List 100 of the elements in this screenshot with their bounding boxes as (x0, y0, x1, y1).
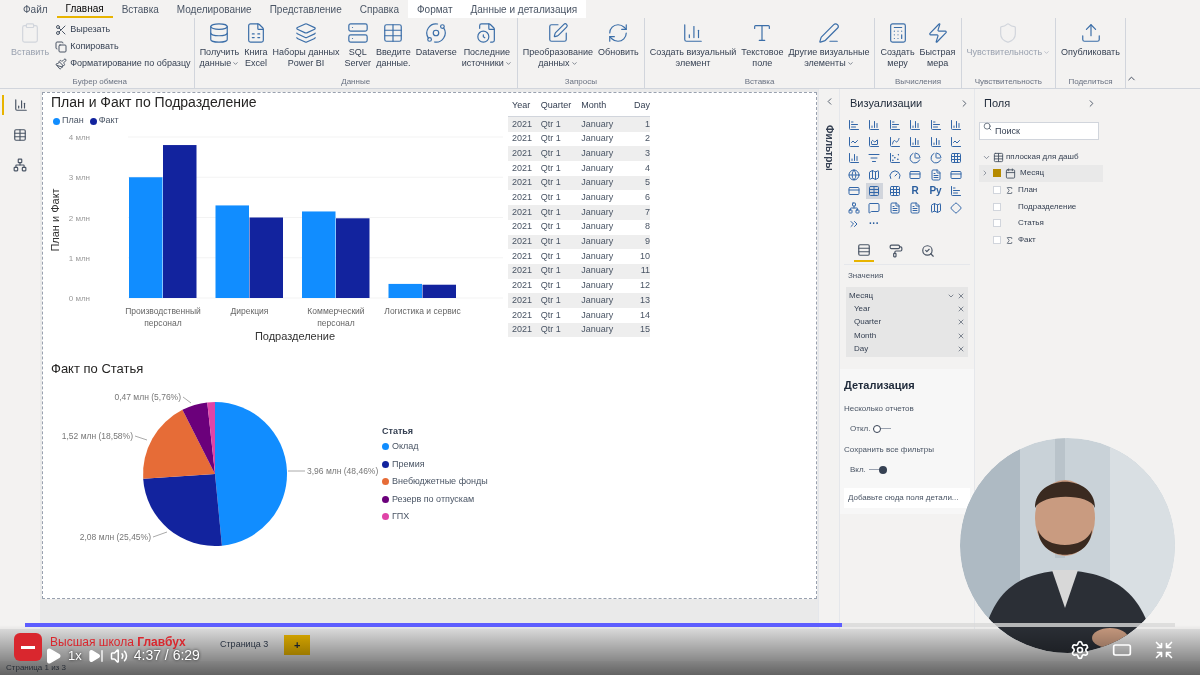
matrix-icon (888, 185, 901, 197)
ribbon-button[interactable]: Быстрая мера (917, 18, 958, 76)
drop-zone[interactable]: Добавьте сюда поля детали... (844, 488, 970, 508)
field-chip[interactable]: Day (854, 342, 957, 355)
column-chart-icon (868, 119, 880, 131)
tree-item[interactable]: План (1018, 184, 1103, 197)
play-icon[interactable] (44, 646, 62, 665)
ribbon-button[interactable]: Копировать (55, 38, 191, 55)
bar (388, 283, 422, 298)
tree-item[interactable]: пплоская для дашб (1006, 151, 1079, 163)
checkbox[interactable] (993, 186, 1001, 195)
ribbon-button[interactable]: Введите данные. (373, 18, 413, 76)
ribbon-button[interactable]: Наборы данных Power BI (270, 18, 342, 76)
checkbox[interactable] (993, 169, 1001, 178)
table-cell-text: January (580, 293, 615, 307)
remove-icon[interactable] (957, 318, 965, 327)
field-chip[interactable]: Year (854, 302, 957, 315)
card-icon (909, 168, 921, 181)
column-header[interactable]: Year (508, 98, 537, 113)
table-cell-text: 10 (639, 249, 650, 263)
ribbon-button[interactable]: Получить данные (197, 18, 242, 76)
ribbon-button[interactable]: SQL Server (342, 18, 373, 76)
volume-icon[interactable] (109, 646, 128, 665)
server-icon (346, 22, 369, 44)
visual-type-button[interactable] (845, 166, 862, 183)
visual-type-button[interactable] (927, 150, 944, 166)
field-chip[interactable]: Month (854, 329, 957, 342)
table-cell-text: 2021 (511, 176, 534, 190)
leader-line (152, 531, 168, 538)
table-cell-text: 2021 (511, 249, 534, 263)
visual-type-button[interactable] (865, 183, 883, 199)
column-header[interactable]: Quarter (536, 98, 578, 113)
ribbon-button[interactable]: Текстовое поле (739, 18, 786, 76)
checkbox[interactable] (993, 219, 1001, 228)
add-page-button[interactable]: + (284, 635, 311, 655)
tree-item[interactable]: Статья (1018, 217, 1103, 230)
ribbon-button[interactable]: Последние источники (459, 18, 514, 76)
column-header[interactable]: Day (621, 98, 650, 113)
table-cell-text: January (580, 161, 615, 175)
ribbon-tab[interactable]: Главная (56, 0, 113, 18)
exit-fullscreen-icon[interactable] (1154, 640, 1174, 660)
ribbon-button[interactable]: Dataverse (413, 18, 459, 76)
ribbon-button[interactable]: Вырезать (55, 21, 191, 38)
caret-icon (846, 60, 854, 68)
checkbox[interactable] (993, 236, 1001, 245)
visual-type-button[interactable]: R (906, 183, 924, 199)
ribbon-button[interactable]: Создать меру (878, 18, 917, 76)
diamond-icon (950, 201, 962, 214)
tree-item[interactable]: Факт (1018, 234, 1103, 247)
table-cell-text: 2021 (511, 146, 534, 160)
visual-type-button[interactable] (845, 199, 862, 216)
legend-title: Статья (382, 425, 415, 438)
table-cell-text: Qtr 1 (539, 235, 562, 249)
toggle-switch[interactable] (873, 425, 892, 433)
ribbon-tab[interactable]: Данные и детализация (461, 0, 587, 18)
table-cell-text: 12 (639, 279, 650, 293)
toggle-switch[interactable] (868, 466, 887, 474)
visual-type-button[interactable]: ··· (865, 216, 883, 232)
settings-icon[interactable] (1070, 640, 1090, 660)
table-cell-text: Qtr 1 (539, 176, 562, 190)
table-cell-text: Qtr 1 (539, 249, 562, 263)
table-cell-text: January (580, 249, 615, 263)
next-icon[interactable] (87, 647, 104, 664)
ribbon-button[interactable]: Преобразование данных (520, 18, 596, 76)
remove-icon[interactable] (957, 291, 965, 300)
checkbox[interactable] (993, 202, 1001, 211)
visual-type-button[interactable] (947, 199, 965, 216)
table-cell-text: 9 (644, 235, 650, 249)
ribbon-button[interactable]: Создать визуальный элемент (647, 18, 739, 76)
ribbon-button[interactable]: Опубликовать (1059, 18, 1122, 76)
remove-icon[interactable] (957, 344, 965, 353)
table-cell-text: Qtr 1 (539, 117, 562, 131)
tree-item[interactable]: Подразделение (1018, 200, 1103, 213)
ribbon-tab[interactable]: Формат (408, 0, 462, 18)
table-cell-text: 2021 (511, 191, 534, 205)
progress-bar[interactable] (25, 623, 1175, 627)
leader-line (287, 470, 306, 472)
ribbon-button[interactable]: Обновить (596, 18, 641, 76)
table-cell-text: Qtr 1 (539, 293, 562, 307)
ribbon-tab[interactable]: Файл (14, 0, 57, 18)
ribbon-tab[interactable]: Представление (260, 0, 351, 18)
visual-type-button[interactable]: Py (927, 183, 944, 199)
ribbon-tab[interactable]: Вставка (112, 0, 168, 18)
table-cell-text: January (580, 220, 615, 234)
remove-icon[interactable] (957, 331, 965, 340)
field-chip[interactable]: Quarter (854, 316, 957, 329)
remove-icon[interactable] (957, 304, 965, 313)
ribbon-button[interactable]: Другие визуальные элементы (786, 18, 872, 76)
page-tab[interactable]: Страница 3 (212, 635, 277, 655)
filters-pane-label[interactable]: Фильтры (821, 125, 837, 171)
ribbon-tab[interactable]: Справка (350, 0, 408, 18)
visual-type-button[interactable] (906, 150, 924, 166)
ribbon-tab[interactable]: Моделирование (167, 0, 261, 18)
ribbon-button[interactable]: Форматирование по образцу (55, 55, 191, 72)
search-field[interactable]: Поиск (979, 122, 1099, 140)
ribbon-button[interactable]: Книга Excel (242, 18, 270, 76)
table-cell-text: Qtr 1 (539, 323, 562, 337)
column-header[interactable]: Month (577, 98, 622, 113)
field-chip[interactable]: Месяц (849, 289, 947, 302)
table-cell-text: January (580, 308, 615, 322)
